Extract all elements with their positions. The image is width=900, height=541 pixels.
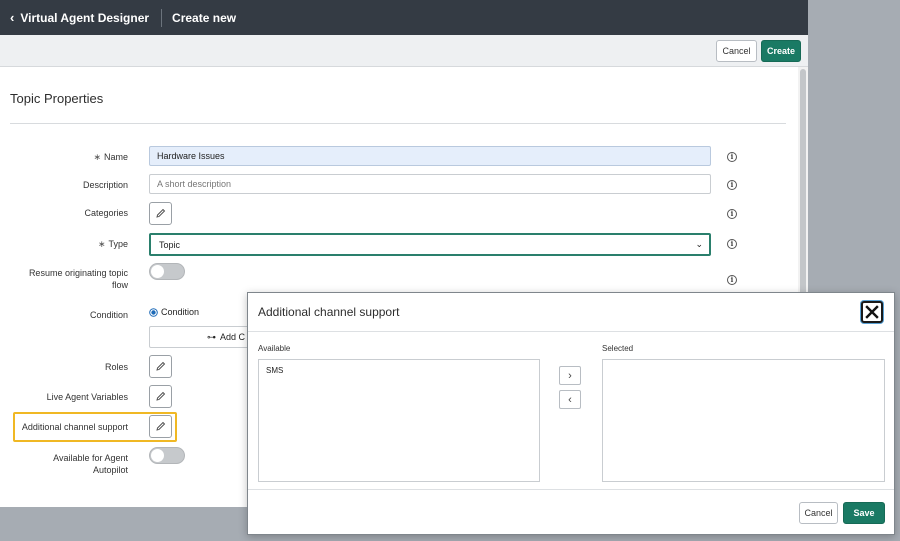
channel-support-modal: Additional channel support Available SMS… xyxy=(247,292,895,535)
pencil-icon xyxy=(156,208,166,218)
live-agent-label: Live Agent Variables xyxy=(46,392,128,402)
roles-edit-button[interactable] xyxy=(149,355,172,378)
name-label: ∗ Name xyxy=(20,151,128,163)
type-label: ∗ Type xyxy=(20,238,128,250)
toggle-knob xyxy=(151,449,164,462)
condition-radio-label: Condition xyxy=(161,307,200,317)
channel-support-label: Additional channel support xyxy=(21,422,128,432)
description-input[interactable]: A short description xyxy=(149,174,711,194)
page-name: Create new xyxy=(172,10,237,25)
resume-toggle[interactable] xyxy=(149,263,185,280)
live-agent-edit-button[interactable] xyxy=(149,385,172,408)
available-listbox[interactable]: SMS xyxy=(258,359,540,482)
chevron-down-icon: ⌄ xyxy=(695,239,703,249)
move-right-button[interactable]: › xyxy=(559,366,581,385)
toggle-knob xyxy=(151,265,164,278)
modal-header-divider xyxy=(248,331,894,332)
type-select[interactable]: Topic ⌄ xyxy=(149,233,711,256)
create-button[interactable]: Create xyxy=(761,40,801,62)
section-title: Topic Properties xyxy=(10,91,104,106)
condition-builder-icon: ⊶ xyxy=(207,331,216,342)
chevron-right-icon: › xyxy=(568,369,572,382)
resume-info-icon[interactable]: i xyxy=(727,275,737,285)
autopilot-label-line1: Available for Agent xyxy=(53,453,128,463)
back-link[interactable]: ‹ Virtual Agent Designer xyxy=(0,0,149,35)
modal-footer-divider xyxy=(248,489,894,490)
radio-checked-icon xyxy=(149,307,158,317)
modal-cancel-button[interactable]: Cancel xyxy=(799,502,838,524)
required-marker: ∗ xyxy=(93,152,101,162)
required-marker: ∗ xyxy=(97,239,106,249)
available-label: Available xyxy=(258,344,291,353)
channel-support-edit-button[interactable] xyxy=(149,415,172,438)
type-label-text: Type xyxy=(108,239,128,249)
name-info-icon[interactable]: i xyxy=(727,152,737,162)
condition-label: Condition xyxy=(89,310,128,320)
add-condition-button[interactable]: ⊶ Add C xyxy=(149,326,259,348)
selected-label: Selected xyxy=(602,344,634,353)
action-bar: Cancel Create xyxy=(0,35,808,67)
cancel-button[interactable]: Cancel xyxy=(716,40,757,62)
modal-save-button[interactable]: Save xyxy=(843,502,885,524)
name-input[interactable]: Hardware Issues xyxy=(149,146,711,166)
pencil-icon xyxy=(156,361,166,371)
resume-label-line2: flow xyxy=(111,280,128,290)
condition-radio[interactable]: Condition xyxy=(149,307,199,317)
pencil-icon xyxy=(156,421,166,431)
roles-label: Roles xyxy=(104,362,128,372)
categories-edit-button[interactable] xyxy=(149,202,172,225)
name-value: Hardware Issues xyxy=(157,151,225,161)
modal-title: Additional channel support xyxy=(258,305,400,319)
resume-label: Resume originating topic flow xyxy=(10,267,128,291)
description-info-icon[interactable]: i xyxy=(727,180,737,190)
top-bar: ‹ Virtual Agent Designer Create new xyxy=(0,0,808,35)
name-label-text: Name xyxy=(103,152,128,162)
categories-info-icon[interactable]: i xyxy=(727,209,737,219)
available-item[interactable]: SMS xyxy=(259,360,539,375)
move-left-button[interactable]: ‹ xyxy=(559,390,581,409)
categories-label: Categories xyxy=(84,208,128,218)
pencil-icon xyxy=(156,391,166,401)
chevron-left-icon: ‹ xyxy=(10,10,15,25)
autopilot-label-line2: Autopilot xyxy=(92,465,128,475)
resume-label-line1: Resume originating topic xyxy=(28,268,128,278)
modal-close-button[interactable] xyxy=(861,301,883,323)
app-title: Virtual Agent Designer xyxy=(20,10,150,25)
topbar-divider xyxy=(161,8,163,27)
add-condition-label: Add C xyxy=(220,332,246,342)
selected-listbox[interactable] xyxy=(602,359,885,482)
autopilot-toggle[interactable] xyxy=(149,447,185,464)
type-value: Topic xyxy=(159,239,181,250)
description-placeholder: A short description xyxy=(157,179,232,189)
close-icon xyxy=(865,305,879,319)
section-divider xyxy=(10,123,786,124)
autopilot-label: Available for Agent Autopilot xyxy=(20,452,128,476)
type-info-icon[interactable]: i xyxy=(727,239,737,249)
chevron-left-icon: ‹ xyxy=(568,393,572,406)
description-label: Description xyxy=(82,180,128,190)
